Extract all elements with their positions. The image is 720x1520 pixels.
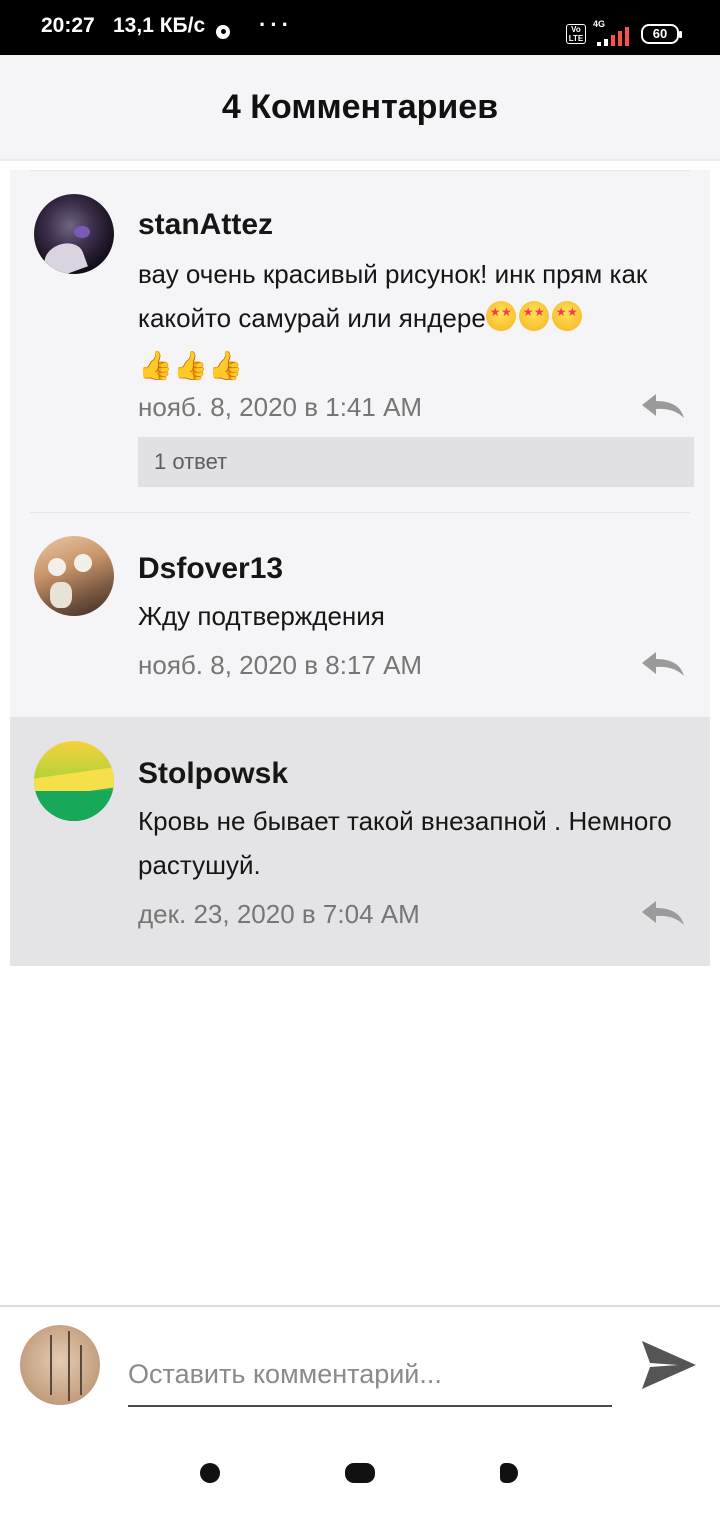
nav-back-icon[interactable] bbox=[200, 1463, 220, 1483]
comment-item[interactable]: stanAttez вау очень красивый рисунок! ин… bbox=[10, 170, 710, 512]
volte-icon: Vo LTE bbox=[566, 24, 586, 44]
divider bbox=[30, 170, 690, 171]
signal-strength-icon bbox=[597, 26, 631, 46]
page-title: 4 Комментариев bbox=[221, 87, 499, 126]
battery-icon: 60 bbox=[641, 24, 682, 44]
reply-icon[interactable] bbox=[640, 650, 686, 678]
star-struck-emoji-icon bbox=[551, 301, 582, 331]
thumbs-up-emoji-icon: 👍 bbox=[138, 350, 173, 381]
reply-icon[interactable] bbox=[640, 392, 686, 420]
comment-text: Кровь не бывает такой внезапной . Немног… bbox=[138, 806, 672, 880]
star-struck-emoji-icon bbox=[485, 301, 516, 331]
comment-timestamp: нояб. 8, 2020 в 8:17 AM bbox=[138, 650, 423, 680]
reply-icon[interactable] bbox=[640, 899, 686, 927]
star-struck-emoji-icon bbox=[518, 301, 549, 331]
divider bbox=[30, 512, 690, 513]
user-avatar[interactable] bbox=[20, 1325, 100, 1405]
thumbs-up-emoji-icon: 👍 bbox=[173, 350, 208, 381]
system-navigation-bar bbox=[0, 1426, 720, 1520]
comment-timestamp: нояб. 8, 2020 в 1:41 AM bbox=[138, 392, 423, 422]
status-bar: 20:27 13,1 КБ/с ··· Vo LTE 4G 60 bbox=[0, 0, 720, 55]
nav-recent-icon[interactable] bbox=[500, 1463, 518, 1483]
comment-author[interactable]: Dsfover13 bbox=[138, 552, 283, 586]
comment-item[interactable]: Dsfover13 Жду подтверждения нояб. 8, 202… bbox=[10, 512, 710, 717]
status-time: 20:27 bbox=[41, 14, 95, 37]
comment-author[interactable]: stanAttez bbox=[138, 208, 273, 242]
comment-text: Жду подтверждения bbox=[138, 601, 385, 631]
comment-timestamp: дек. 23, 2020 в 7:04 AM bbox=[138, 899, 420, 929]
comment-input[interactable] bbox=[128, 1343, 612, 1407]
view-replies-button[interactable]: 1 ответ bbox=[138, 437, 694, 487]
notification-icon bbox=[216, 25, 230, 39]
nav-home-icon[interactable] bbox=[345, 1463, 375, 1483]
avatar[interactable] bbox=[34, 194, 114, 274]
comment-text: вау очень красивый рисунок! инк прям как… bbox=[138, 252, 698, 384]
status-network-speed: 13,1 КБ/с bbox=[113, 14, 206, 37]
comments-header: 4 Комментариев bbox=[0, 55, 720, 161]
avatar[interactable] bbox=[34, 536, 114, 616]
comment-author[interactable]: Stolpowsk bbox=[138, 757, 288, 791]
comment-item[interactable]: Stolpowsk Кровь не бывает такой внезапно… bbox=[10, 717, 710, 966]
send-icon[interactable] bbox=[638, 1337, 698, 1393]
avatar[interactable] bbox=[34, 741, 114, 821]
more-notifications-icon: ··· bbox=[259, 12, 293, 37]
comment-composer bbox=[0, 1305, 720, 1428]
thumbs-up-emoji-icon: 👍 bbox=[208, 350, 243, 381]
